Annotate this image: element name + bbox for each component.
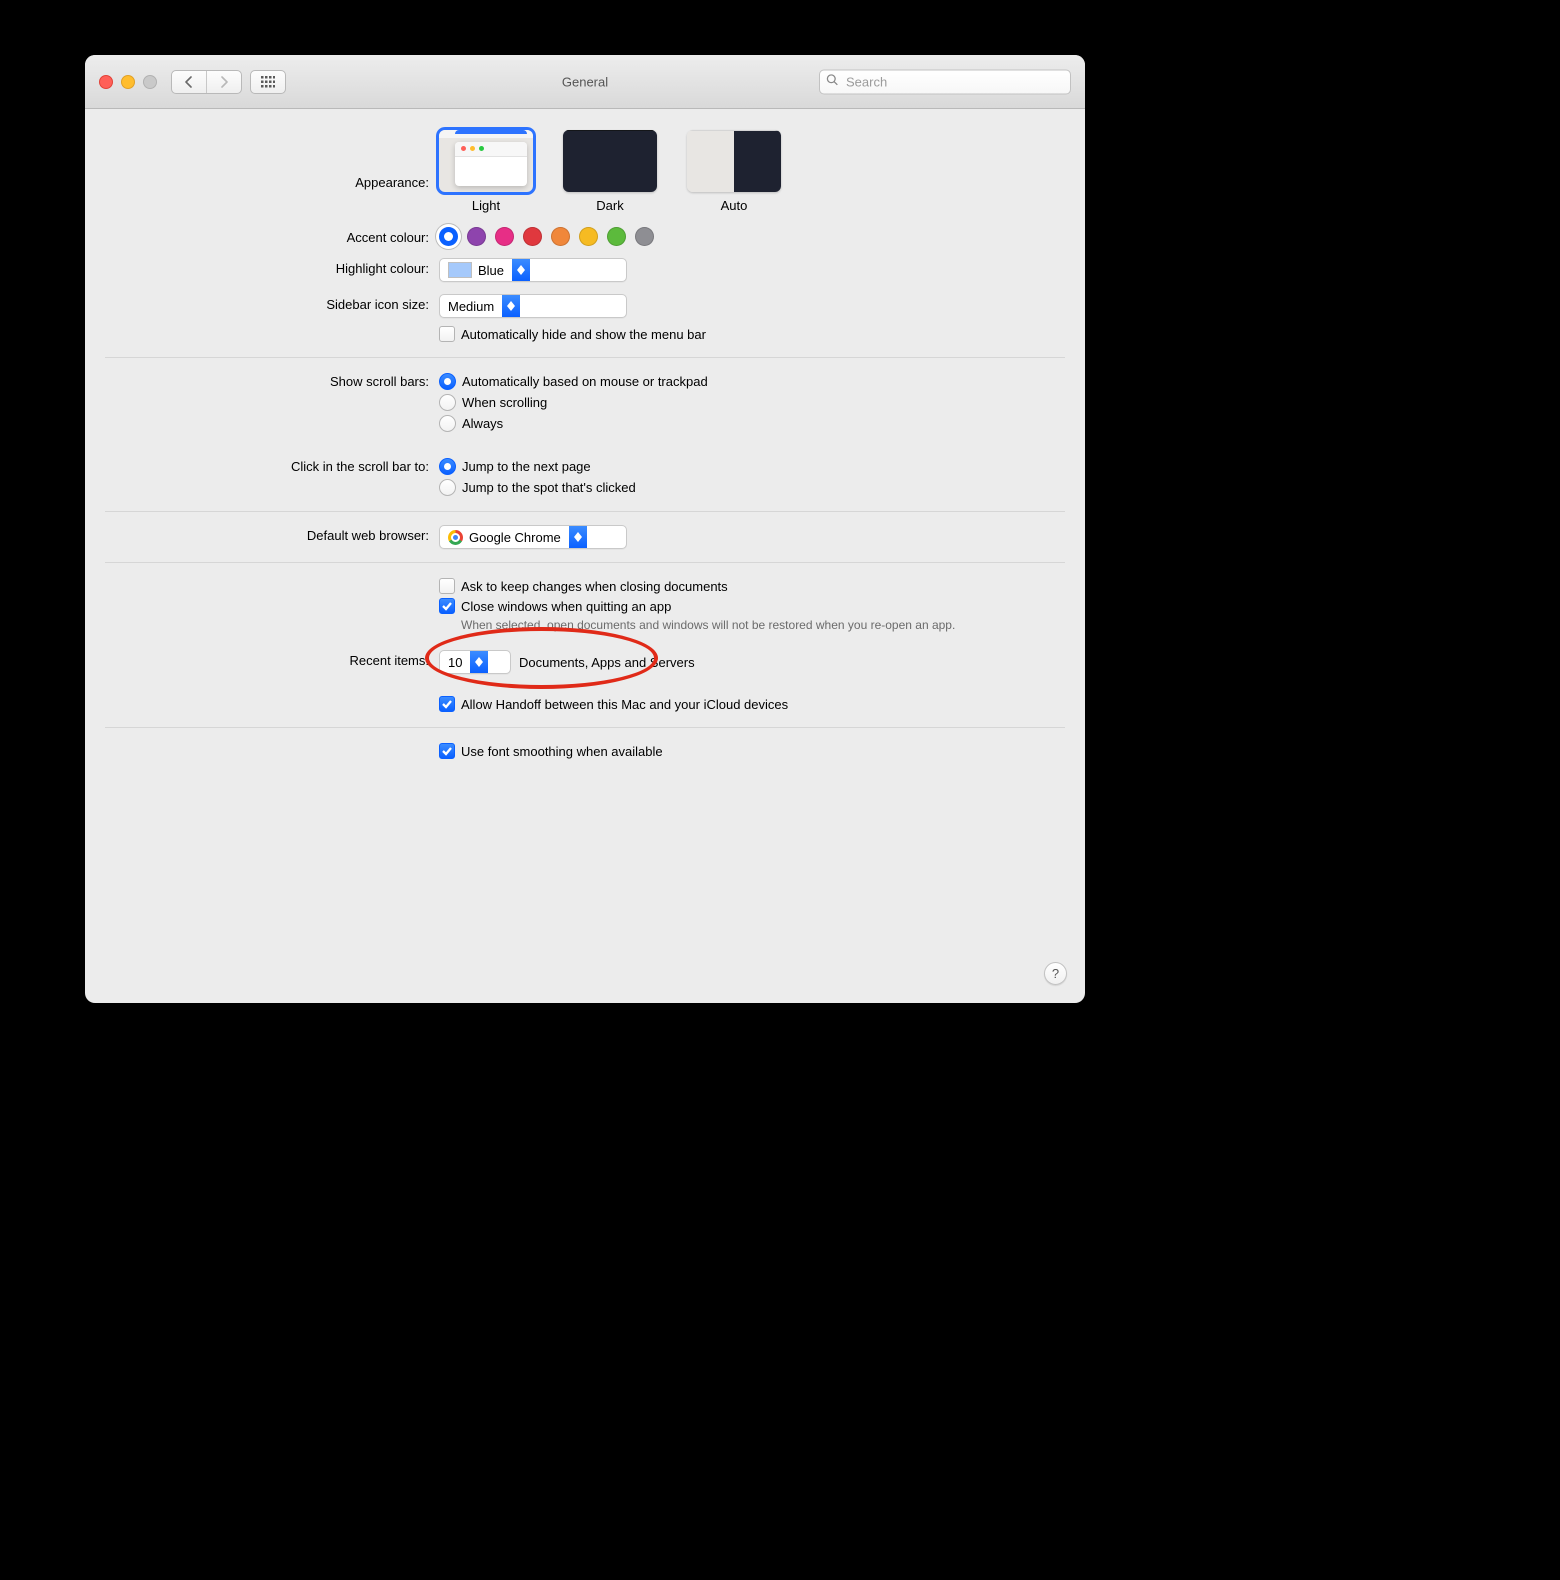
sidebar-size-label: Sidebar icon size: xyxy=(85,294,439,312)
ask-keep-changes-checkbox[interactable]: Ask to keep changes when closing documen… xyxy=(439,576,1025,596)
appearance-option-label: Light xyxy=(472,198,500,213)
chevron-updown-icon xyxy=(512,259,530,281)
chevron-updown-icon xyxy=(470,651,488,673)
scrollbars-option-always[interactable]: Always xyxy=(439,413,1025,434)
chrome-icon xyxy=(448,530,463,545)
accent-swatch[interactable] xyxy=(467,227,486,246)
handoff-checkbox[interactable]: Allow Handoff between this Mac and your … xyxy=(439,694,1025,714)
scrollbar-click-label: Click in the scroll bar to: xyxy=(85,456,439,474)
default-browser-label: Default web browser: xyxy=(85,525,439,543)
sidebar-size-value: Medium xyxy=(448,299,494,314)
checkbox-label: Automatically hide and show the menu bar xyxy=(461,327,706,342)
back-button[interactable] xyxy=(172,71,206,93)
auto-hide-menubar-checkbox[interactable]: Automatically hide and show the menu bar xyxy=(439,324,1025,344)
recent-items-select[interactable]: 10 xyxy=(439,650,511,674)
search-field[interactable] xyxy=(819,69,1071,94)
preferences-window: General Appearance: xyxy=(85,55,1085,1003)
appearance-option-auto[interactable]: Auto xyxy=(687,130,781,213)
checkbox-label: Close windows when quitting an app xyxy=(461,599,671,614)
recent-items-label: Recent items: xyxy=(85,650,439,668)
checkbox-label: Ask to keep changes when closing documen… xyxy=(461,579,728,594)
recent-items-value: 10 xyxy=(448,655,462,670)
appearance-option-label: Auto xyxy=(721,198,748,213)
forward-button[interactable] xyxy=(206,71,241,93)
radio-label: Always xyxy=(462,416,503,431)
highlight-swatch-icon xyxy=(448,262,472,278)
window-title: General xyxy=(562,74,608,89)
nav-back-forward xyxy=(171,70,242,94)
scrollbars-option-when-scrolling[interactable]: When scrolling xyxy=(439,392,1025,413)
radio-label: Automatically based on mouse or trackpad xyxy=(462,374,708,389)
accent-swatch[interactable] xyxy=(551,227,570,246)
appearance-option-label: Dark xyxy=(596,198,623,213)
highlight-colour-value: Blue xyxy=(478,263,504,278)
close-windows-checkbox[interactable]: Close windows when quitting an app xyxy=(439,596,1025,616)
font-smoothing-checkbox[interactable]: Use font smoothing when available xyxy=(439,741,1025,761)
default-browser-value: Google Chrome xyxy=(469,530,561,545)
accent-colour-swatches xyxy=(439,227,1025,246)
content: Appearance: Light xyxy=(85,109,1085,784)
toolbar: General xyxy=(85,55,1085,109)
checkbox-label: Allow Handoff between this Mac and your … xyxy=(461,697,788,712)
close-windows-hint: When selected, open documents and window… xyxy=(461,618,981,632)
chevron-updown-icon xyxy=(502,295,520,317)
window-controls xyxy=(99,75,157,89)
chevron-updown-icon xyxy=(569,526,587,548)
radio-label: Jump to the next page xyxy=(462,459,591,474)
search-icon xyxy=(826,74,839,90)
radio-label: When scrolling xyxy=(462,395,547,410)
accent-swatch[interactable] xyxy=(607,227,626,246)
highlight-colour-select[interactable]: Blue xyxy=(439,258,627,282)
scrollclick-option-jump-to-spot[interactable]: Jump to the spot that's clicked xyxy=(439,477,1025,498)
highlight-colour-label: Highlight colour: xyxy=(85,258,439,276)
accent-colour-label: Accent colour: xyxy=(85,227,439,245)
accent-swatch[interactable] xyxy=(635,227,654,246)
sidebar-size-select[interactable]: Medium xyxy=(439,294,627,318)
checkbox-label: Use font smoothing when available xyxy=(461,744,663,759)
accent-swatch[interactable] xyxy=(579,227,598,246)
radio-label: Jump to the spot that's clicked xyxy=(462,480,636,495)
close-icon[interactable] xyxy=(99,75,113,89)
show-scrollbars-label: Show scroll bars: xyxy=(85,371,439,389)
zoom-icon xyxy=(143,75,157,89)
accent-swatch[interactable] xyxy=(523,227,542,246)
search-input[interactable] xyxy=(844,73,1064,90)
scrollbars-option-auto[interactable]: Automatically based on mouse or trackpad xyxy=(439,371,1025,392)
show-all-button[interactable] xyxy=(250,70,286,94)
appearance-option-light[interactable]: Light xyxy=(439,130,533,213)
appearance-label: Appearance: xyxy=(85,130,439,190)
help-button[interactable]: ? xyxy=(1044,962,1067,985)
scrollclick-option-next-page[interactable]: Jump to the next page xyxy=(439,456,1025,477)
appearance-option-dark[interactable]: Dark xyxy=(563,130,657,213)
default-browser-select[interactable]: Google Chrome xyxy=(439,525,627,549)
accent-swatch[interactable] xyxy=(495,227,514,246)
recent-items-suffix: Documents, Apps and Servers xyxy=(519,655,695,670)
minimize-icon[interactable] xyxy=(121,75,135,89)
accent-swatch[interactable] xyxy=(439,227,458,246)
